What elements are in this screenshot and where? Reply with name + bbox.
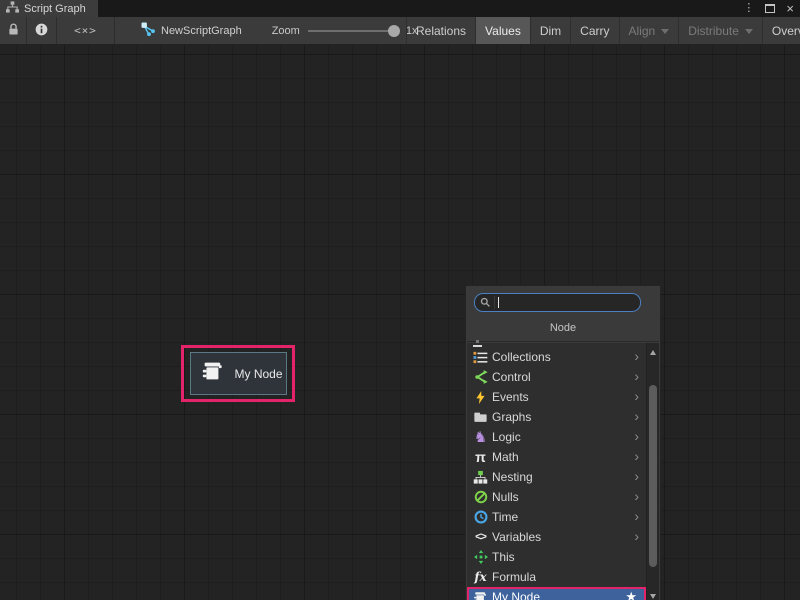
finder-item-variables[interactable]: <> Variables › [467,527,646,547]
chevron-right-icon: › [634,428,639,444]
chevron-right-icon: › [634,448,639,464]
clock-icon [472,509,489,525]
script-graph-window: Script Graph ⋮ × [0,0,800,600]
finder-item-math[interactable]: π Math › [467,447,646,467]
finder-item-control[interactable]: Control › [467,367,646,387]
distribute-dropdown: Distribute [678,17,762,45]
formula-icon: fx [472,569,489,585]
graph-breadcrumb[interactable]: NewScriptGraph [141,22,242,39]
chevron-right-icon: › [634,368,639,384]
relations-button[interactable]: Relations [406,17,475,45]
finder-item-time[interactable]: Time › [467,507,646,527]
graph-toolbar: <×> NewScriptGraph Zoom 1x Relations [0,17,800,45]
values-button[interactable]: Values [475,17,530,45]
maximize-icon[interactable] [765,4,775,13]
tab-script-graph[interactable]: Script Graph [0,0,98,17]
finder-results-list: Collections › Control › [467,343,659,600]
finder-header: Node [466,322,660,334]
info-icon [35,23,48,39]
finder-item-nesting[interactable]: Nesting › [467,467,646,487]
angle-brackets-icon: <> [472,529,489,545]
code-icon: <×> [74,24,97,37]
knight-icon: ♞ [472,429,489,445]
finder-item-nulls[interactable]: Nulls › [467,487,646,507]
finder-item-graphs[interactable]: Graphs › [467,407,646,427]
finder-item-events[interactable]: Events › [467,387,646,407]
chevron-right-icon: › [634,388,639,404]
nesting-icon [472,469,489,485]
null-icon [472,489,489,505]
tab-title: Script Graph [24,3,86,15]
finder-divider [467,340,659,342]
control-icon [472,369,489,385]
favorite-star-icon[interactable]: ★ [625,589,637,600]
graph-canvas[interactable]: My Node Node [0,45,800,600]
node-label: My Node [235,367,283,381]
folder-icon [472,409,489,425]
pi-icon: π [472,449,489,465]
this-icon [472,549,489,565]
info-button[interactable] [27,17,57,45]
graph-icon [141,22,155,39]
collections-icon [472,349,489,365]
finder-search-input[interactable] [499,297,637,309]
chevron-right-icon: › [634,528,639,544]
align-dropdown: Align [619,17,679,45]
unit-node-icon [200,359,226,388]
chevron-right-icon: › [634,468,639,484]
finder-item-this[interactable]: This [467,547,646,567]
scroll-up-icon[interactable] [650,347,656,355]
chevron-right-icon: › [634,408,639,424]
finder-item-formula[interactable]: fx Formula [467,567,646,587]
zoom-label: Zoom [272,25,300,37]
search-icon [478,296,495,309]
zoom-slider-handle[interactable] [388,25,400,37]
lock-button[interactable] [0,17,27,45]
scroll-down-icon[interactable] [650,594,656,600]
chevron-right-icon: › [634,348,639,364]
overview-button[interactable]: Overview [762,17,800,45]
code-preview-button[interactable]: <×> [57,17,115,45]
finder-search-box[interactable] [474,293,641,312]
toolbar-button-group: Relations Values Dim Carry Align Distrib… [406,17,800,45]
lock-icon [8,23,19,39]
graph-name: NewScriptGraph [161,25,242,37]
carry-button[interactable]: Carry [570,17,618,45]
zoom-slider[interactable] [308,30,398,32]
zoom-control: Zoom 1x [272,25,418,37]
close-icon[interactable]: × [786,2,794,15]
sitemap-icon [6,1,19,16]
chevron-down-icon [661,29,669,38]
graph-node-my-node[interactable]: My Node [190,352,287,395]
unit-node-icon [472,589,489,600]
chevron-right-icon: › [634,508,639,524]
finder-item-logic[interactable]: ♞ Logic › [467,427,646,447]
finder-scrollbar[interactable] [646,343,659,600]
menu-dots-icon[interactable]: ⋮ [743,3,754,14]
chevron-down-icon [745,29,753,38]
finder-item-my-node[interactable]: My Node ★ [467,587,646,600]
chevron-right-icon: › [634,488,639,504]
scrollbar-thumb[interactable] [649,385,657,567]
dim-button[interactable]: Dim [530,17,570,45]
lightning-icon [472,389,489,405]
node-selection-outline: My Node [181,345,295,402]
finder-item-collections[interactable]: Collections › [467,347,646,367]
window-titlebar: Script Graph ⋮ × [0,0,800,17]
fuzzy-finder-popup: Node Collections [465,285,661,600]
